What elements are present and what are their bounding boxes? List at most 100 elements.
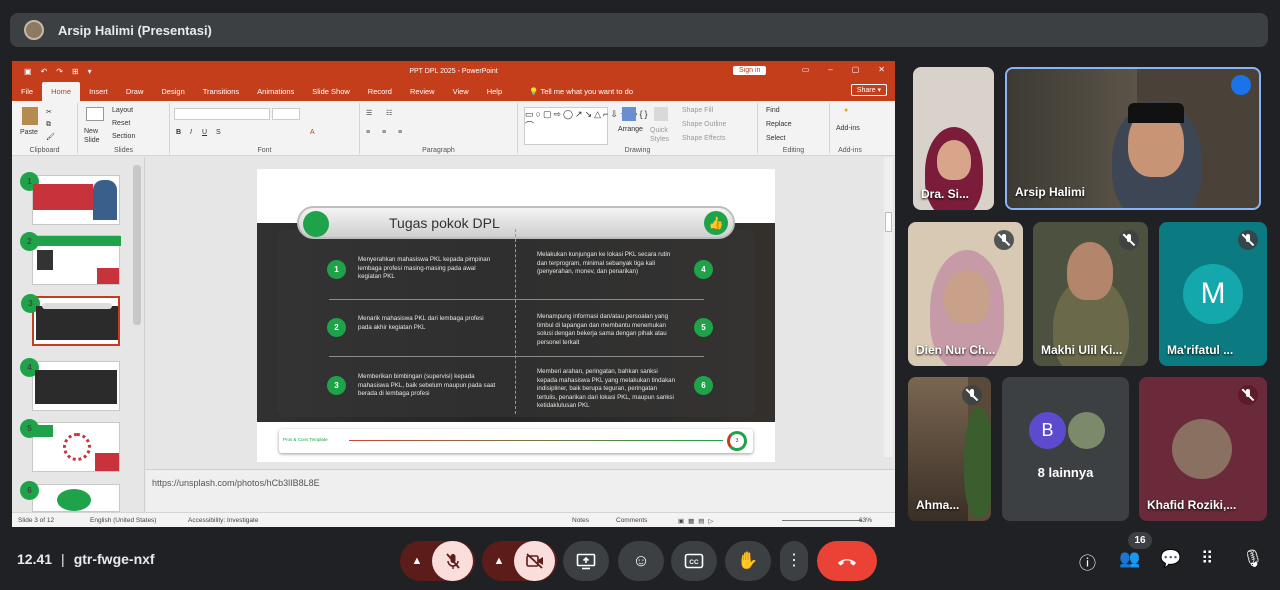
addins-button[interactable]: Add-ins xyxy=(836,125,860,132)
tab-design[interactable]: Design xyxy=(152,87,193,101)
align-right-icon[interactable]: ≡ xyxy=(398,129,402,136)
tab-help[interactable]: Help xyxy=(478,87,511,101)
strikethrough-icon[interactable]: S xyxy=(216,129,221,136)
people-icon[interactable]: 👥 xyxy=(1119,549,1140,569)
italic-icon[interactable]: I xyxy=(190,129,192,136)
quick-styles-icon[interactable] xyxy=(654,107,668,123)
present-icon[interactable]: ⊞ xyxy=(72,67,79,76)
editor-scrollbar[interactable] xyxy=(884,157,893,457)
tab-review[interactable]: Review xyxy=(401,87,444,101)
font-color-icon[interactable]: A xyxy=(310,129,315,136)
present-screen-button[interactable] xyxy=(563,541,609,581)
shape-outline-button[interactable]: Shape Outline xyxy=(682,121,726,128)
more-options-button[interactable]: ⋮ xyxy=(780,541,808,581)
slide-thumbnail[interactable]: 2 xyxy=(20,232,121,285)
camera-options-chevron-icon[interactable]: ▲ xyxy=(484,555,514,567)
addins-icon[interactable]: ● xyxy=(844,107,848,114)
redo-icon[interactable]: ↷ xyxy=(56,67,63,76)
minimize-icon[interactable]: – xyxy=(828,65,832,74)
bold-icon[interactable]: B xyxy=(176,129,181,136)
shapes-gallery[interactable]: ▭○▢⇨◯↗↘△⌐⇩☆⇦{}⌒ xyxy=(524,107,647,145)
camera-control[interactable]: ▲ xyxy=(482,541,557,581)
leave-call-button[interactable] xyxy=(817,541,877,581)
align-left-icon[interactable]: ≡ xyxy=(366,129,370,136)
section-button[interactable]: Section xyxy=(112,133,135,140)
font-name-box[interactable] xyxy=(174,108,270,120)
find-button[interactable]: Find xyxy=(766,107,780,114)
ribbon-display-icon[interactable]: ▭ xyxy=(802,65,810,74)
camera-toggle-button[interactable] xyxy=(514,541,555,581)
view-buttons[interactable]: ▣▦▤▷ xyxy=(678,517,758,525)
tab-home[interactable]: Home xyxy=(42,82,81,101)
tab-draw[interactable]: Draw xyxy=(117,87,153,101)
participant-tile[interactable]: M Ma'rifatul ... xyxy=(1159,222,1267,366)
select-button[interactable]: Select xyxy=(766,135,785,142)
comments-button[interactable]: Comments xyxy=(616,517,647,524)
slide-thumbnail[interactable]: 6 xyxy=(20,481,120,512)
underline-icon[interactable]: U xyxy=(202,129,207,136)
participant-tile[interactable]: Makhi Ulil Ki... xyxy=(1033,222,1148,366)
tab-slide-show[interactable]: Slide Show xyxy=(303,87,359,101)
notes-button[interactable]: Notes xyxy=(572,517,589,524)
participant-tile[interactable]: Dien Nur Ch... xyxy=(908,222,1023,366)
microphone-control[interactable]: ▲ xyxy=(400,541,475,581)
reset-button[interactable]: Reset xyxy=(112,120,130,127)
slide-thumbnail-selected[interactable]: 3 xyxy=(21,294,120,346)
host-controls-lock-icon[interactable]: 🎙 xyxy=(1242,549,1264,569)
shared-powerpoint-window: ▣ ↶ ↷ ⊞ ▾ PPT DPL 2025 - PowerPoint Sign… xyxy=(12,61,895,527)
align-center-icon[interactable]: ≡ xyxy=(382,129,386,136)
format-painter-icon[interactable]: 🖌 xyxy=(46,133,55,141)
mic-toggle-button[interactable] xyxy=(432,541,473,581)
mic-options-chevron-icon[interactable]: ▲ xyxy=(402,555,432,567)
tab-transitions[interactable]: Transitions xyxy=(194,87,248,101)
maximize-icon[interactable]: ▢ xyxy=(852,65,860,74)
tell-me-search[interactable]: 💡 Tell me what you want to do xyxy=(511,87,642,101)
paste-button[interactable] xyxy=(22,107,38,127)
slide-thumbnail[interactable]: 4 xyxy=(20,358,120,411)
slide-thumbnail[interactable]: 5 xyxy=(20,419,120,472)
slide-thumbnail[interactable]: 1 xyxy=(20,172,120,225)
participant-tile[interactable]: Ahma... xyxy=(908,377,991,521)
shape-effects-button[interactable]: Shape Effects xyxy=(682,135,725,142)
language-indicator[interactable]: English (United States) xyxy=(90,517,156,524)
zoom-level[interactable]: 63% xyxy=(859,517,872,524)
participant-tile-speaking[interactable]: Arsip Halimi xyxy=(1005,67,1261,210)
copy-icon[interactable]: ⧉ xyxy=(46,121,51,129)
arrange-icon[interactable] xyxy=(622,107,636,123)
tab-record[interactable]: Record xyxy=(359,87,401,101)
replace-button[interactable]: Replace xyxy=(766,121,792,128)
accessibility-status[interactable]: Accessibility: Investigate xyxy=(188,517,258,524)
tab-insert[interactable]: Insert xyxy=(80,87,117,101)
new-slide-button[interactable] xyxy=(86,107,104,123)
cut-icon[interactable]: ✂ xyxy=(46,108,52,116)
notes-pane[interactable]: https://unsplash.com/photos/hCb3lIB8L8E xyxy=(146,469,895,512)
emoji-icon: ☺ xyxy=(632,551,650,570)
bullets-icon[interactable]: ☰ xyxy=(366,109,372,117)
sign-in-button[interactable]: Sign in xyxy=(733,66,767,75)
participant-tile[interactable]: Dra. Si... xyxy=(913,67,994,210)
reactions-button[interactable]: ☺ xyxy=(618,541,664,581)
zoom-slider[interactable] xyxy=(782,520,862,521)
layout-button[interactable]: Layout xyxy=(112,107,133,114)
customize-icon[interactable]: ▾ xyxy=(88,67,92,76)
shape-fill-button[interactable]: Shape Fill xyxy=(682,107,713,114)
save-icon[interactable]: ▣ xyxy=(24,67,32,76)
raise-hand-button[interactable]: ✋ xyxy=(725,541,771,581)
captions-button[interactable]: CC xyxy=(671,541,717,581)
font-size-box[interactable] xyxy=(272,108,300,120)
tab-animations[interactable]: Animations xyxy=(248,87,303,101)
more-participants-tile[interactable]: B 8 lainnya xyxy=(1002,377,1129,521)
close-icon[interactable]: ✕ xyxy=(878,65,885,74)
participant-name: Makhi Ulil Ki... xyxy=(1041,343,1123,357)
activities-grid-icon[interactable]: ⠿ xyxy=(1201,549,1213,569)
chat-icon[interactable]: 💬 xyxy=(1160,549,1181,569)
thumbnails-scrollbar[interactable] xyxy=(133,165,141,325)
share-button[interactable]: Share ▾ xyxy=(850,84,887,96)
tab-view[interactable]: View xyxy=(444,87,478,101)
numbering-icon[interactable]: ☷ xyxy=(386,109,392,117)
undo-icon[interactable]: ↶ xyxy=(41,67,48,76)
participant-tile[interactable]: Khafid Roziki,... xyxy=(1139,377,1267,521)
tab-file[interactable]: File xyxy=(12,87,42,101)
scrollbar-thumb[interactable] xyxy=(885,212,892,232)
meeting-details-info-icon[interactable]: ⓘ xyxy=(1079,549,1096,574)
